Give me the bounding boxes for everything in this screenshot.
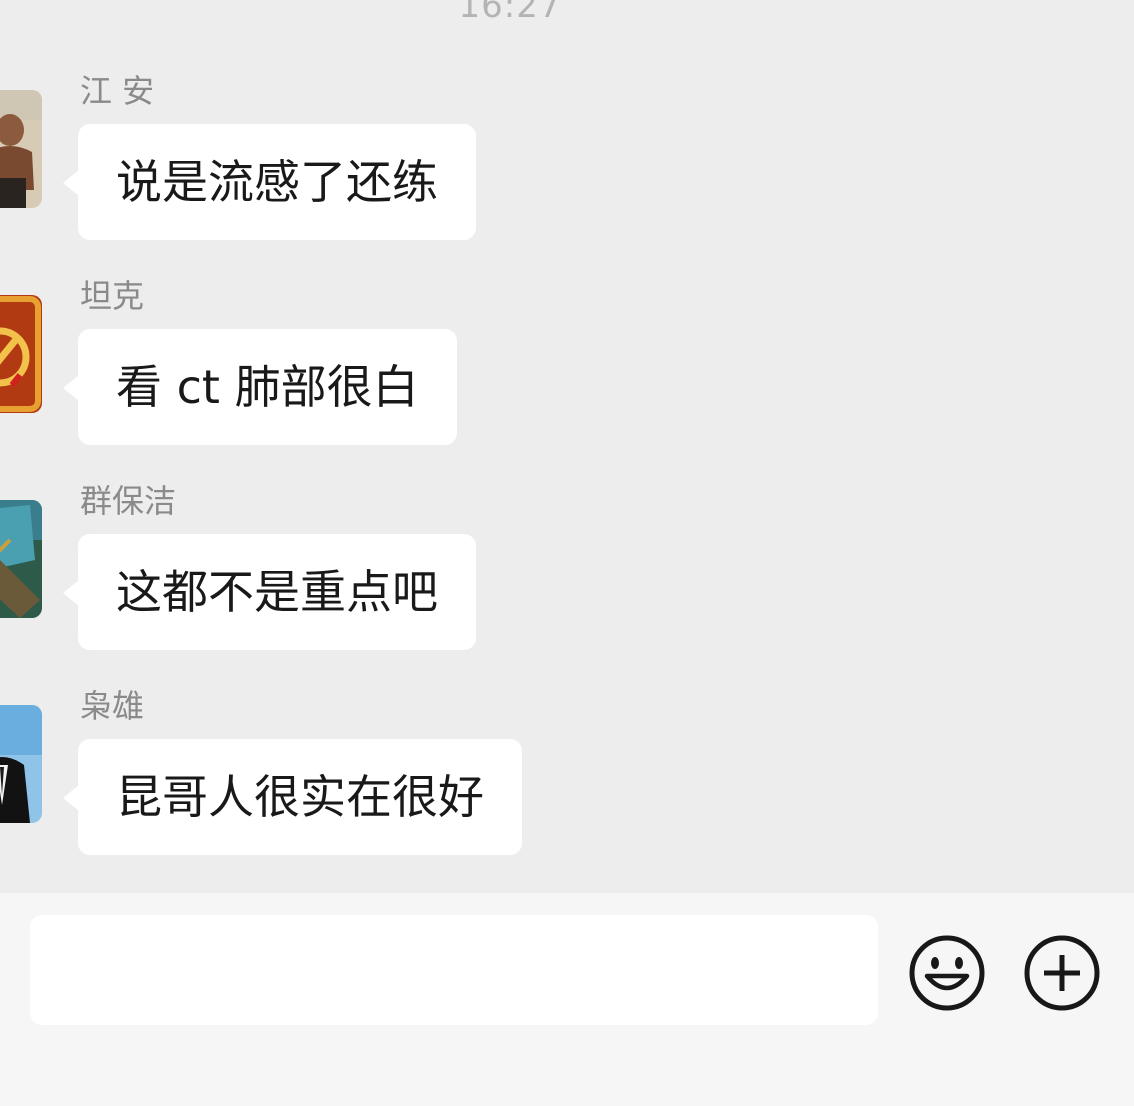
message-item: 江 安 说是流感了还练: [0, 72, 1134, 270]
avatar-image: [0, 500, 42, 618]
message-item: 坦克 看 ct 肺部很白: [0, 277, 1134, 475]
avatar[interactable]: [0, 90, 42, 208]
sender-name: 江 安: [80, 72, 155, 110]
bubble-tail: [63, 375, 79, 401]
message-bubble[interactable]: 看 ct 肺部很白: [78, 329, 457, 445]
emoji-icon: [909, 935, 985, 1011]
message-bubble[interactable]: 这都不是重点吧: [78, 534, 476, 650]
input-bar: [0, 893, 1134, 1106]
message-timestamp: 16:27: [458, 0, 562, 26]
message-item: 枭雄 昆哥人很实在很好: [0, 687, 1134, 885]
sender-name: 枭雄: [80, 687, 145, 725]
avatar-image: [0, 295, 42, 413]
bubble-tail: [63, 170, 79, 196]
message-input[interactable]: [30, 915, 878, 1025]
avatar[interactable]: [0, 500, 42, 618]
bubble-tail: [63, 580, 79, 606]
plus-circle-icon: [1024, 935, 1100, 1011]
message-bubble[interactable]: 昆哥人很实在很好: [78, 739, 522, 855]
add-button[interactable]: [1023, 934, 1101, 1012]
chat-area: 16:27 江 安 说是流感了还练 坦克 看 ct 肺部很白 群保洁 这都不是重…: [0, 0, 1134, 893]
emoji-button[interactable]: [908, 934, 986, 1012]
avatar[interactable]: [0, 295, 42, 413]
bubble-tail: [63, 785, 79, 811]
avatar-image: [0, 705, 42, 823]
message-item: 群保洁 这都不是重点吧: [0, 482, 1134, 680]
avatar[interactable]: [0, 705, 42, 823]
message-bubble[interactable]: 说是流感了还练: [78, 124, 476, 240]
sender-name: 坦克: [80, 277, 145, 315]
sender-name: 群保洁: [80, 482, 177, 520]
avatar-image: [0, 90, 42, 208]
